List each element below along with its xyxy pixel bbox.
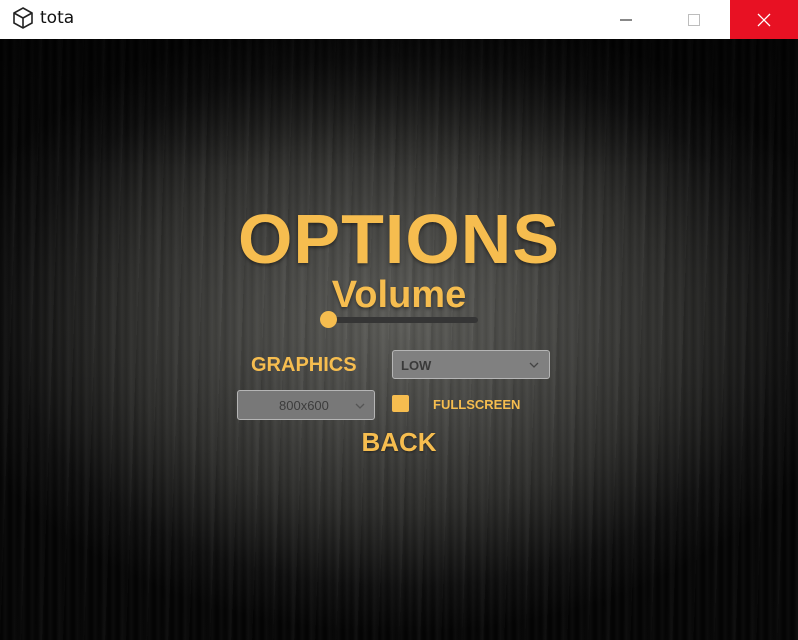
maximize-button[interactable] xyxy=(660,0,728,39)
options-screen: OPTIONS Volume GRAPHICS LOW 800x600 FULL… xyxy=(0,39,798,640)
chevron-down-icon xyxy=(529,362,539,368)
window-title: tota xyxy=(40,8,75,28)
graphics-quality-dropdown[interactable]: LOW xyxy=(392,350,550,379)
minimize-icon xyxy=(620,19,632,20)
volume-label: Volume xyxy=(331,274,467,316)
maximize-icon xyxy=(688,13,700,26)
minimize-button[interactable] xyxy=(592,0,660,39)
game-window: tota OPTIONS Volume GRAPHICS LOW 800x600… xyxy=(0,0,798,640)
background-vignette xyxy=(0,39,798,169)
graphics-quality-value: LOW xyxy=(401,358,432,373)
volume-slider-handle[interactable] xyxy=(320,311,337,328)
resolution-dropdown[interactable]: 800x600 xyxy=(237,390,375,420)
fullscreen-checkbox[interactable] xyxy=(392,395,409,412)
fullscreen-label: FULLSCREEN xyxy=(433,397,521,412)
close-icon xyxy=(757,13,771,26)
title-bar[interactable]: tota xyxy=(0,0,798,39)
close-button[interactable] xyxy=(730,0,798,39)
options-title: OPTIONS xyxy=(237,200,561,278)
resolution-value: 800x600 xyxy=(279,398,329,413)
volume-slider-track[interactable] xyxy=(330,317,478,323)
graphics-label: GRAPHICS xyxy=(251,354,357,376)
unity-logo-icon xyxy=(13,7,33,29)
back-button[interactable]: BACK xyxy=(355,425,443,459)
chevron-down-icon xyxy=(355,403,365,409)
